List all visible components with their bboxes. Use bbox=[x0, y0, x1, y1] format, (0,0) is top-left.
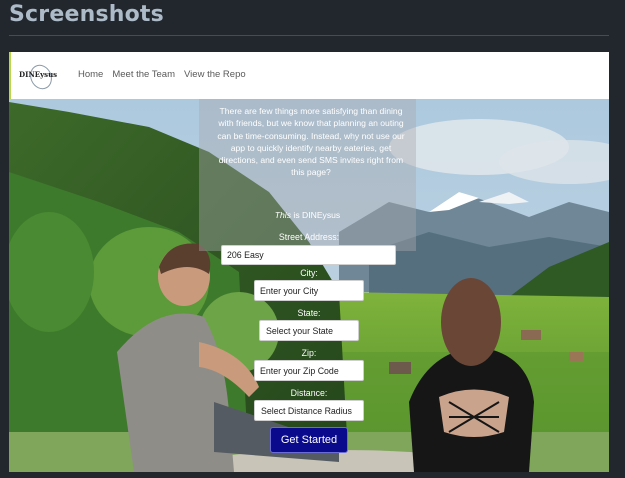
tagline-emphasis: This bbox=[274, 210, 292, 220]
nav-meet-the-team-link[interactable]: Meet the Team bbox=[112, 69, 175, 80]
screenshot-frame: DINEysus Home Meet the Team View the Rep… bbox=[9, 52, 609, 472]
tagline: This is DINEysus bbox=[199, 210, 416, 220]
zip-input[interactable] bbox=[254, 360, 364, 381]
page-heading: Screenshots bbox=[9, 2, 164, 27]
nav-links: Home Meet the Team View the Repo bbox=[78, 69, 246, 80]
zip-label: Zip: bbox=[301, 348, 317, 358]
city-input[interactable] bbox=[254, 280, 364, 301]
distance-label: Distance: bbox=[290, 388, 328, 398]
street-address-label: Street Address: bbox=[278, 232, 340, 242]
dineysus-logo[interactable]: DINEysus bbox=[19, 64, 63, 90]
state-select-value: Select your State bbox=[266, 325, 333, 336]
app-navbar: DINEysus Home Meet the Team View the Rep… bbox=[9, 52, 609, 99]
city-label: City: bbox=[300, 268, 318, 278]
intro-text: There are few things more satisfying tha… bbox=[217, 106, 405, 178]
tagline-rest: is DINEysus bbox=[291, 210, 341, 220]
state-label: State: bbox=[297, 308, 321, 318]
distance-select[interactable]: Select Distance Radius bbox=[254, 400, 364, 421]
nav-view-the-repo-link[interactable]: View the Repo bbox=[184, 69, 246, 80]
state-select[interactable]: Select your State bbox=[259, 320, 359, 341]
get-started-button[interactable]: Get Started bbox=[270, 427, 348, 453]
street-address-input[interactable] bbox=[221, 245, 396, 265]
distance-select-value: Select Distance Radius bbox=[261, 405, 352, 416]
nav-home-link[interactable]: Home bbox=[78, 69, 103, 80]
logo-text: DINEysus bbox=[19, 70, 58, 79]
heading-divider bbox=[9, 35, 609, 36]
